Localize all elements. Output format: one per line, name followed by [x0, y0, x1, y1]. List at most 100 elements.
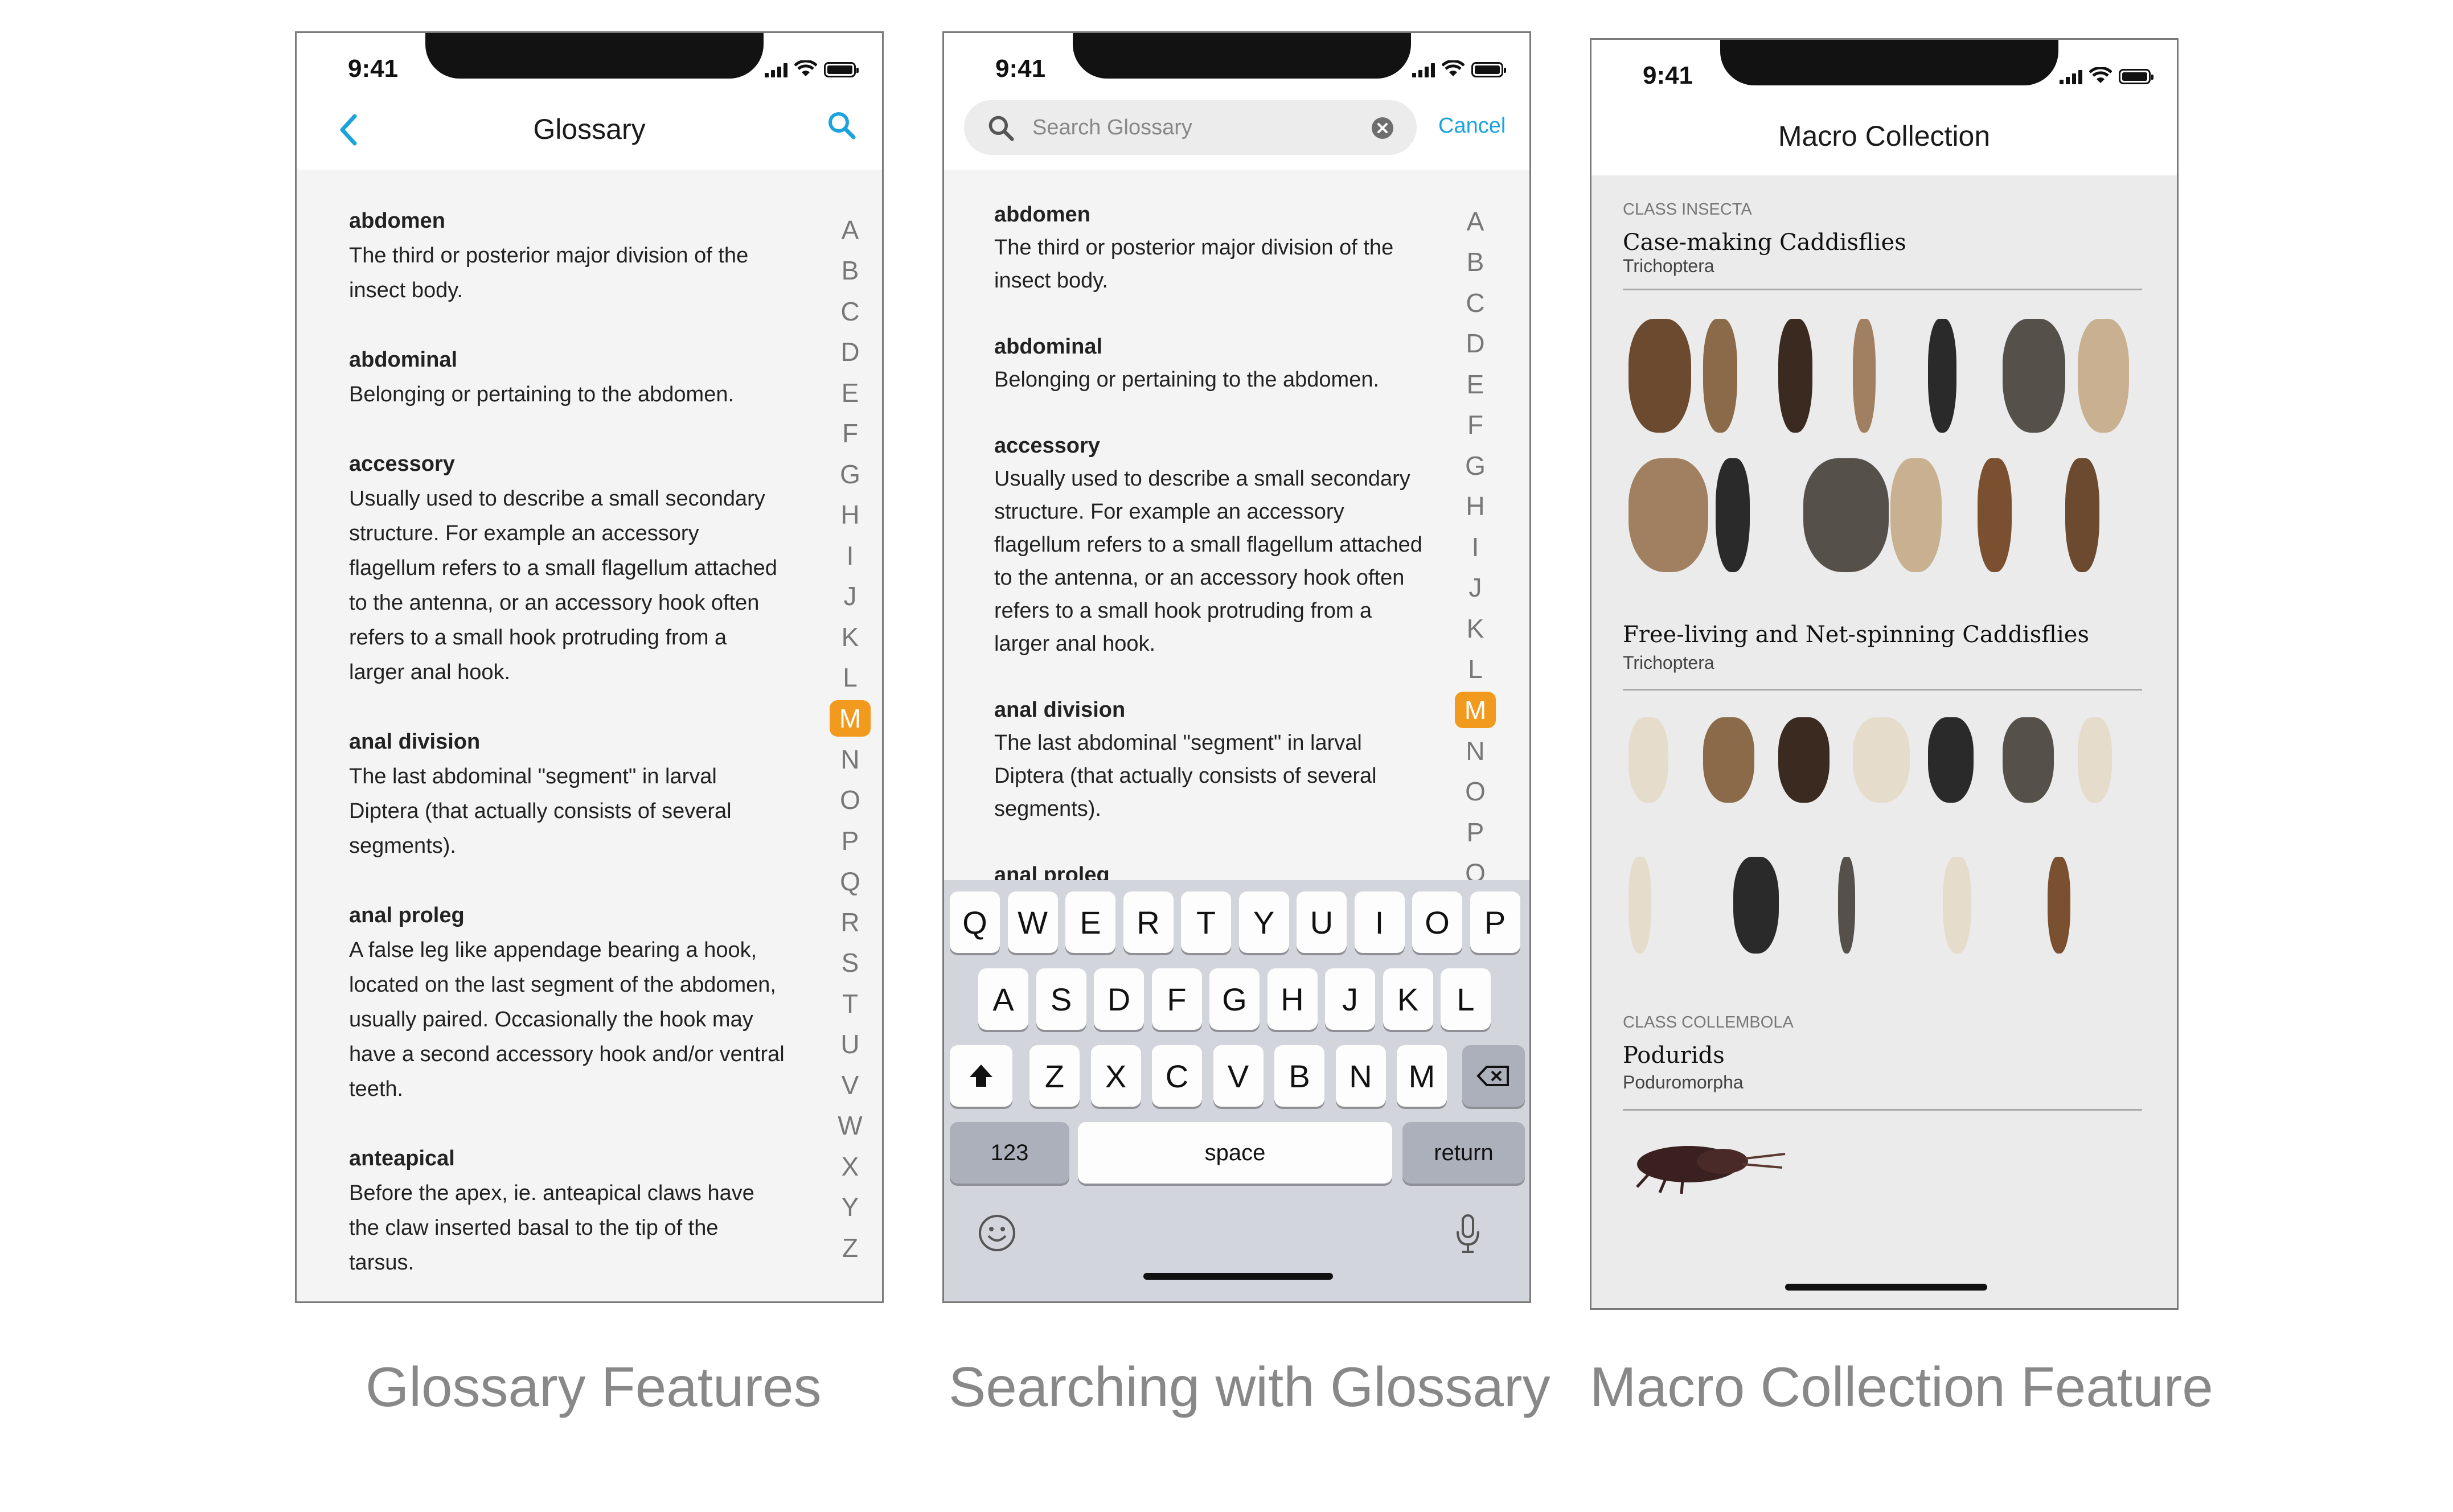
list-item[interactable]: accessory Usually used to describe a smal… — [994, 429, 1467, 660]
key[interactable]: H — [1267, 968, 1318, 1030]
index-letter[interactable]: U — [830, 1024, 871, 1065]
specimen-image[interactable] — [1629, 319, 1691, 433]
key[interactable]: I — [1354, 891, 1405, 953]
index-letter[interactable]: D — [1455, 323, 1496, 364]
index-letter[interactable]: O — [830, 780, 871, 821]
specimen-image[interactable] — [1716, 458, 1750, 572]
specimen-image[interactable] — [2003, 319, 2066, 433]
index-letter[interactable]: B — [1455, 242, 1496, 283]
index-letter[interactable]: Y — [830, 1187, 871, 1228]
key[interactable]: L — [1441, 968, 1491, 1030]
specimen-image[interactable] — [1803, 458, 1889, 572]
list-item[interactable]: anal proleg A false leg like appendage be… — [349, 898, 822, 1107]
group-title[interactable]: Free-living and Net-spinning Caddisflies — [1623, 622, 2143, 648]
index-letter[interactable]: A — [1455, 201, 1496, 242]
specimen-image[interactable] — [1626, 1130, 1791, 1198]
index-letter[interactable]: G — [830, 454, 871, 495]
index-letter[interactable]: G — [1455, 445, 1496, 486]
list-item[interactable]: anal division The last abdominal "segment… — [994, 693, 1467, 825]
index-letter[interactable]: Q — [830, 861, 871, 902]
specimen-image[interactable] — [2077, 717, 2112, 803]
index-letter[interactable]: A — [830, 209, 871, 250]
search-input[interactable]: Search Glossary — [964, 100, 1417, 155]
delete-key[interactable] — [1462, 1045, 1525, 1107]
index-letter[interactable]: M — [1455, 692, 1496, 728]
specimen-image[interactable] — [1853, 319, 1876, 433]
index-letter[interactable]: H — [1455, 486, 1496, 527]
shift-key[interactable] — [950, 1045, 1012, 1107]
specimen-image[interactable] — [1733, 857, 1779, 954]
key[interactable]: R — [1123, 891, 1174, 953]
specimen-image[interactable] — [1978, 458, 2012, 572]
emoji-icon[interactable] — [977, 1213, 1017, 1253]
index-letter[interactable]: I — [830, 535, 871, 576]
specimen-image[interactable] — [1853, 717, 1910, 803]
key[interactable]: O — [1412, 891, 1462, 953]
index-letter[interactable]: T — [830, 983, 871, 1024]
space-key[interactable]: space — [1078, 1122, 1392, 1184]
cancel-button[interactable]: Cancel — [1438, 114, 1506, 138]
list-item[interactable]: abdomen The third or posterior major divi… — [349, 204, 822, 308]
key[interactable]: B — [1274, 1045, 1324, 1107]
index-letter[interactable]: X — [830, 1146, 871, 1187]
list-item[interactable]: abdomen The third or posterior major divi… — [994, 198, 1467, 297]
key[interactable]: S — [1036, 968, 1086, 1030]
specimen-image[interactable] — [1943, 857, 1971, 954]
index-letter[interactable]: C — [1455, 282, 1496, 323]
index-letter[interactable]: S — [830, 943, 871, 984]
specimen-image[interactable] — [2077, 319, 2129, 433]
index-letter[interactable]: O — [1455, 771, 1496, 812]
index-letter[interactable]: J — [1455, 568, 1496, 609]
index-letter[interactable]: K — [1455, 608, 1496, 649]
key[interactable]: Y — [1238, 891, 1289, 953]
return-key[interactable]: return — [1402, 1122, 1525, 1184]
key[interactable]: J — [1325, 968, 1375, 1030]
index-letter[interactable]: F — [1455, 405, 1496, 446]
group-title[interactable]: Case-making Caddisflies — [1623, 229, 2143, 256]
index-letter[interactable]: M — [830, 700, 871, 737]
key[interactable]: Q — [950, 891, 1000, 953]
index-letter[interactable]: E — [1455, 364, 1496, 405]
key[interactable]: N — [1335, 1045, 1386, 1107]
list-item[interactable]: accessory Usually used to describe a smal… — [349, 447, 822, 690]
specimen-image[interactable] — [1927, 717, 1974, 803]
index-letter[interactable]: K — [830, 617, 871, 658]
index-letter[interactable]: R — [830, 902, 871, 943]
key[interactable]: A — [978, 968, 1028, 1030]
specimen-image[interactable] — [1778, 319, 1812, 433]
index-letter[interactable]: L — [1455, 649, 1496, 690]
specimen-image[interactable] — [2003, 717, 2054, 803]
index-letter[interactable]: J — [830, 576, 871, 617]
index-letter[interactable]: Z — [830, 1227, 871, 1268]
clear-icon[interactable] — [1371, 117, 1394, 139]
key[interactable]: F — [1151, 968, 1202, 1030]
index-letter[interactable]: H — [830, 495, 871, 536]
index-letter[interactable]: P — [1455, 812, 1496, 853]
key[interactable]: Z — [1029, 1045, 1080, 1107]
specimen-image[interactable] — [1890, 458, 1942, 572]
key[interactable]: V — [1213, 1045, 1264, 1107]
specimen-image[interactable] — [1703, 319, 1738, 433]
index-letter[interactable]: W — [830, 1106, 871, 1147]
key[interactable]: G — [1209, 968, 1260, 1030]
index-letter[interactable]: E — [830, 372, 871, 413]
index-letter[interactable]: V — [830, 1065, 871, 1106]
index-letter[interactable]: F — [830, 413, 871, 454]
search-icon[interactable] — [826, 110, 857, 141]
index-letter[interactable]: I — [1455, 527, 1496, 568]
index-letter[interactable]: N — [830, 739, 871, 780]
index-letter[interactable]: P — [830, 820, 871, 861]
key[interactable]: X — [1090, 1045, 1141, 1107]
key[interactable]: W — [1007, 891, 1058, 953]
specimen-image[interactable] — [1778, 717, 1830, 803]
numbers-key[interactable]: 123 — [950, 1122, 1069, 1184]
specimen-image[interactable] — [2065, 458, 2099, 572]
key[interactable]: C — [1152, 1045, 1202, 1107]
specimen-image[interactable] — [1629, 458, 1708, 572]
index-letter[interactable]: D — [830, 332, 871, 373]
list-item[interactable]: abdominal Belonging or pertaining to the … — [349, 343, 822, 412]
key[interactable]: M — [1397, 1045, 1447, 1107]
key[interactable]: D — [1094, 968, 1144, 1030]
specimen-image[interactable] — [2048, 857, 2070, 954]
specimen-image[interactable] — [1629, 857, 1651, 954]
